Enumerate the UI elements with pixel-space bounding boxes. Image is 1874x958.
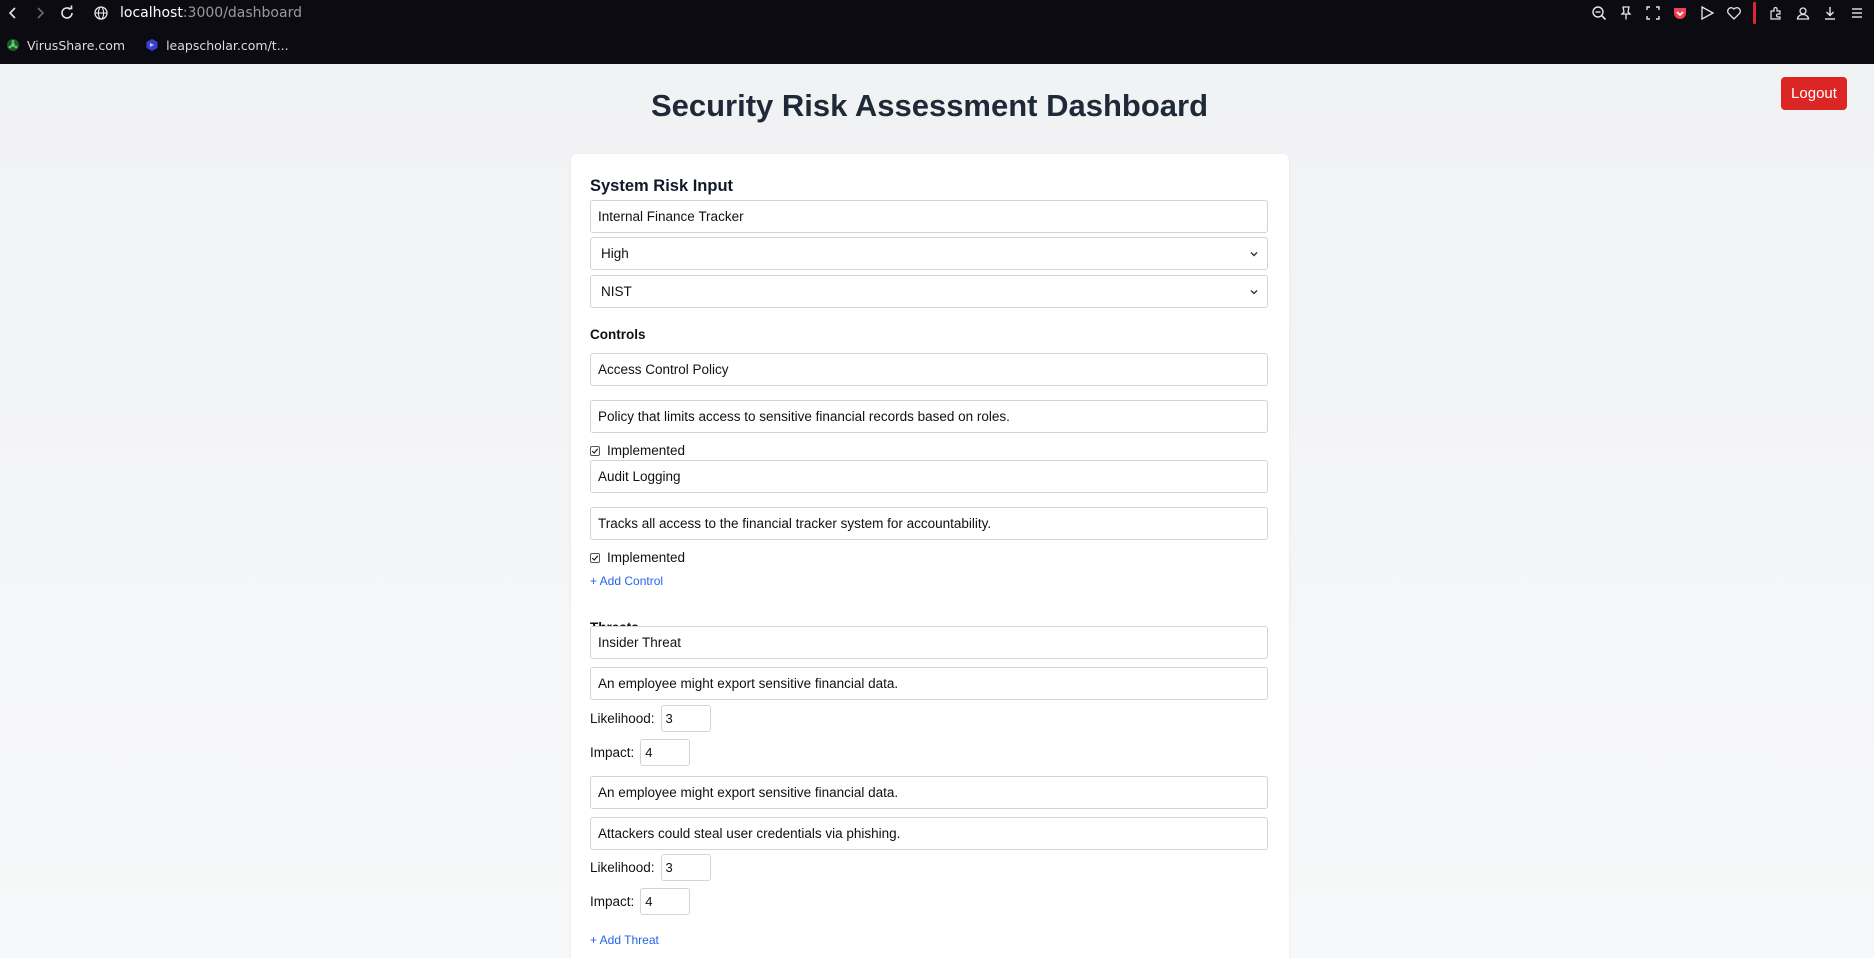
add-threat-link[interactable]: + Add Threat (590, 933, 659, 947)
likelihood-label: Likelihood: (590, 710, 655, 726)
implemented-label: Implemented (607, 443, 686, 458)
system-risk-input-card: System Risk Input Internal Finance Track… (571, 154, 1289, 958)
site-info-icon[interactable] (91, 3, 111, 23)
url-path: :3000/dashboard (182, 5, 302, 21)
biohazard-icon (6, 38, 20, 52)
browser-toolbar (1585, 2, 1870, 24)
impact-row: Impact: 4 (590, 738, 691, 766)
heart-icon[interactable] (1720, 3, 1747, 23)
likelihood-input[interactable]: 3 (660, 853, 711, 881)
likelihood-input[interactable]: 3 (660, 704, 711, 732)
control-implemented-checkbox[interactable]: Implemented (590, 550, 685, 565)
bookmark-virusshare[interactable]: VirusShare.com (6, 38, 125, 53)
control-implemented-checkbox[interactable]: Implemented (590, 443, 685, 458)
control-description-input[interactable]: Tracks all access to the financial track… (590, 507, 1268, 540)
card-heading: System Risk Input (590, 177, 734, 195)
bookmark-leapscholar[interactable]: leapscholar.com/t... (145, 38, 289, 53)
impact-label: Impact: (590, 893, 635, 909)
implemented-label: Implemented (607, 550, 686, 565)
screenshot-icon[interactable] (1639, 3, 1666, 23)
threat-description-input[interactable]: Attackers could steal user credentials v… (590, 817, 1268, 850)
bookmarks-bar: VirusShare.com leapscholar.com/t... (0, 34, 303, 56)
address-bar[interactable]: localhost:3000/dashboard (120, 4, 302, 22)
threat-name-input[interactable]: An employee might export sensitive finan… (590, 776, 1268, 809)
extensions-icon[interactable] (1762, 3, 1789, 23)
reload-icon[interactable] (57, 3, 77, 23)
url-host: localhost (120, 5, 183, 21)
leapscholar-icon (145, 38, 159, 52)
control-name-input[interactable]: Access Control Policy (590, 353, 1268, 386)
zoom-out-icon[interactable] (1585, 3, 1612, 23)
dashboard-page: Logout Security Risk Assessment Dashboar… (0, 64, 1874, 958)
impact-input[interactable]: 4 (640, 738, 691, 766)
page-title: Security Risk Assessment Dashboard (650, 88, 1209, 123)
send-icon[interactable] (1693, 3, 1720, 23)
chevron-down-icon (1250, 252, 1258, 257)
pin-icon[interactable] (1612, 3, 1639, 23)
likelihood-row: Likelihood: 3 (590, 853, 711, 881)
bookmark-label: VirusShare.com (27, 37, 126, 53)
pocket-icon[interactable] (1666, 3, 1693, 23)
impact-label: Impact: (590, 744, 635, 760)
forward-icon[interactable] (30, 3, 50, 23)
threat-description-input[interactable]: An employee might export sensitive finan… (590, 667, 1268, 700)
framework-select[interactable]: NIST (590, 275, 1268, 308)
control-name-input[interactable]: Audit Logging (590, 460, 1268, 493)
download-icon[interactable] (1816, 3, 1843, 23)
risk-level-value: High (601, 246, 629, 261)
system-name-input[interactable]: Internal Finance Tracker (590, 200, 1268, 233)
framework-value: NIST (601, 284, 632, 299)
likelihood-row: Likelihood: 3 (590, 704, 711, 732)
profile-icon[interactable] (1789, 3, 1816, 23)
impact-row: Impact: 4 (590, 887, 691, 915)
threat-name-input[interactable]: Insider Threat (590, 626, 1268, 659)
menu-icon[interactable] (1843, 3, 1870, 23)
impact-input[interactable]: 4 (640, 887, 691, 915)
controls-heading: Controls (590, 327, 646, 342)
add-control-link[interactable]: + Add Control (590, 574, 663, 588)
risk-level-select[interactable]: High (590, 237, 1268, 270)
browser-chrome: localhost:3000/dashboard VirusShare.com … (0, 0, 1874, 64)
back-icon[interactable] (3, 3, 23, 23)
checkbox-checked-icon[interactable] (590, 552, 600, 563)
control-description-input[interactable]: Policy that limits access to sensitive f… (590, 400, 1268, 433)
chevron-down-icon (1250, 290, 1258, 295)
navigation-bar: localhost:3000/dashboard (0, 0, 1874, 26)
checkbox-checked-icon[interactable] (590, 445, 600, 456)
likelihood-label: Likelihood: (590, 859, 655, 875)
bookmark-label: leapscholar.com/t... (166, 37, 289, 53)
toolbar-separator (1753, 2, 1756, 24)
